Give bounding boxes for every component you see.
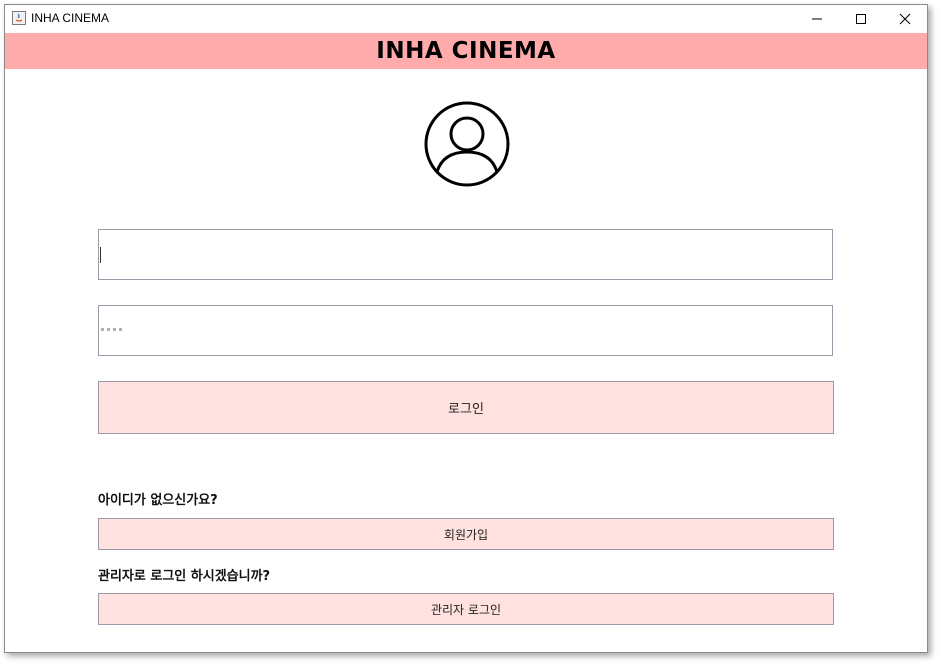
app-window: INHA CINEMA INHA CINEMA 로그인 아이디가 없으신가요? … (4, 4, 928, 653)
password-input[interactable] (99, 306, 832, 355)
signup-button[interactable]: 회원가입 (98, 518, 834, 550)
header-title: INHA CINEMA (376, 38, 556, 64)
login-button[interactable]: 로그인 (98, 381, 834, 434)
minimize-button[interactable] (795, 5, 839, 33)
user-circle-icon (424, 101, 510, 187)
java-app-icon (12, 11, 26, 25)
admin-prompt: 관리자로 로그인 하시겠습니까? (98, 569, 271, 584)
title-bar[interactable]: INHA CINEMA (5, 5, 927, 33)
id-input[interactable] (99, 230, 832, 279)
id-field[interactable] (98, 229, 833, 280)
maximize-button[interactable] (839, 5, 883, 33)
signup-prompt: 아이디가 없으신가요? (98, 493, 218, 508)
maximize-icon (856, 14, 866, 24)
window-title: INHA CINEMA (31, 11, 110, 25)
admin-login-button[interactable]: 관리자 로그인 (98, 593, 834, 625)
text-caret (100, 247, 101, 263)
close-button[interactable] (883, 5, 927, 33)
password-field[interactable] (98, 305, 833, 356)
header-banner: INHA CINEMA (5, 33, 927, 69)
password-mask (101, 328, 122, 331)
close-icon (899, 13, 911, 25)
minimize-icon (812, 18, 822, 20)
